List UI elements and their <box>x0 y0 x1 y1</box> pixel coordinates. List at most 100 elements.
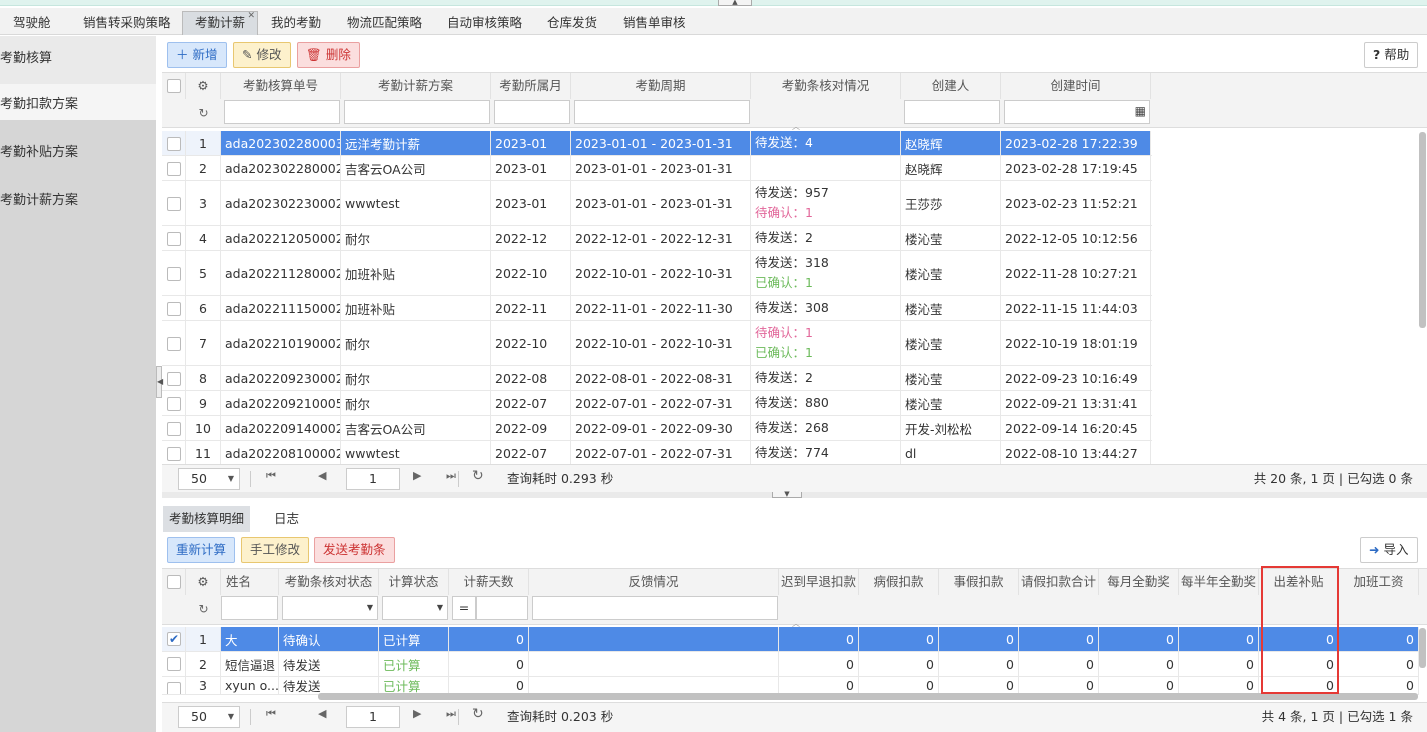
detail-grid-hscrollbar[interactable] <box>318 693 1418 700</box>
table-row[interactable]: 4 ada202212050002 耐尔 2022-12 2022-12-01 - 20… <box>162 226 1152 251</box>
table-row[interactable]: 6 ada202211150002 加班补贴 2022-11 2022-11-01 - … <box>162 296 1152 321</box>
sidebar-item-attendance-accounting[interactable]: 考勤核算 <box>0 36 156 84</box>
table-row[interactable]: 11 ada202208100002 wwwtest 2022-07 2022-07-0… <box>162 441 1152 466</box>
col-header-month[interactable]: 考勤所属月 <box>491 73 571 99</box>
col-header-pay-days[interactable]: 计薪天数 <box>449 569 529 595</box>
row-checkbox[interactable] <box>167 657 181 671</box>
prev-page-icon[interactable]: ◀ <box>318 469 326 482</box>
table-row[interactable]: 1 ada202302280003 远洋考勤计薪 2023-01 2023-01-01 … <box>162 131 1152 156</box>
last-page-icon[interactable]: ⏭ <box>446 707 456 721</box>
sidebar-item-deduction-plan[interactable]: 考勤扣款方案 <box>0 82 156 130</box>
subtab-log[interactable]: 日志 <box>268 506 305 532</box>
filter-creator-input[interactable] <box>904 100 1000 124</box>
filter-feedback-input[interactable] <box>532 596 778 620</box>
reload-icon[interactable]: ↻ <box>472 468 484 484</box>
select-all-checkbox[interactable] <box>167 79 181 93</box>
col-header-sick-deduction[interactable]: 病假扣款 <box>859 569 939 595</box>
tab-cockpit[interactable]: 驾驶舱 <box>0 11 64 35</box>
main-grid-scrollbar[interactable] <box>1419 132 1426 328</box>
edit-button[interactable]: ✎ 修改 <box>233 42 291 68</box>
filter-period-input[interactable] <box>574 100 750 124</box>
tab-warehouse-shipping[interactable]: 仓库发货 <box>534 11 610 35</box>
page-number-input[interactable]: 1 <box>346 706 400 728</box>
page-size-select[interactable]: 50 ▼ <box>178 468 240 490</box>
filter-check-status-select[interactable]: ▼ <box>282 596 378 620</box>
col-header-id[interactable]: 考勤核算单号 <box>221 73 341 99</box>
table-row[interactable]: 5 ada202211280002 加班补贴 2022-10 2022-10-01 - … <box>162 251 1152 296</box>
filter-id-input[interactable] <box>224 100 340 124</box>
page-size-select[interactable]: 50 ▼ <box>178 706 240 728</box>
tab-auto-audit[interactable]: 自动审核策略 <box>434 11 535 35</box>
filter-calc-status-select[interactable]: ▼ <box>382 596 448 620</box>
col-header-period[interactable]: 考勤周期 <box>571 73 751 99</box>
sidebar-item-payroll-plan[interactable]: 考勤计薪方案 <box>0 178 156 226</box>
top-collapse-handle[interactable]: ▲ <box>718 0 752 6</box>
delete-button[interactable]: 🗑 删除 <box>297 42 360 68</box>
table-row[interactable]: ✔ 1 大待确认 已计算 0 0 0 0 0 0 0 0 0 <box>162 627 1419 652</box>
col-header-check-status[interactable]: 考勤条核对状态 <box>279 569 379 595</box>
col-header-feedback[interactable]: 反馈情况 <box>529 569 779 595</box>
row-checkbox[interactable] <box>167 396 181 411</box>
filter-created-time-input[interactable]: ▦ <box>1004 100 1150 124</box>
select-all-checkbox[interactable] <box>167 575 181 589</box>
filter-name-input[interactable] <box>221 596 278 620</box>
col-header-monthly-bonus[interactable]: 每月全勤奖 <box>1099 569 1179 595</box>
table-row[interactable]: 3 ada202302230002 wwwtest 2023-01 2023-01-01… <box>162 181 1152 226</box>
tab-attendance-payroll[interactable]: 考勤计薪 ✕ <box>182 11 259 35</box>
table-row[interactable]: 8 ada202209230002 耐尔 2022-08 2022-08-01 - 20… <box>162 366 1152 391</box>
row-checkbox[interactable] <box>167 446 181 461</box>
row-checkbox[interactable] <box>167 336 181 351</box>
next-page-icon[interactable]: ▶ <box>413 469 421 482</box>
col-header-leave-total[interactable]: 请假扣款合计 <box>1019 569 1099 595</box>
pane-splitter[interactable]: ▼ <box>162 491 1427 498</box>
row-checkbox[interactable] <box>167 371 181 386</box>
row-checkbox[interactable]: ✔ <box>167 632 181 646</box>
col-header-check-status[interactable]: 考勤条核对情况 <box>751 73 901 99</box>
recalculate-button[interactable]: 重新计算 <box>167 537 236 563</box>
filter-pay-days-input[interactable] <box>476 596 528 620</box>
subtab-accounting-detail[interactable]: 考勤核算明细 <box>163 506 251 532</box>
settings-icon[interactable]: ⚙ <box>186 73 221 99</box>
filter-operator[interactable]: = <box>452 596 476 620</box>
row-checkbox[interactable] <box>167 136 181 151</box>
page-number-input[interactable]: 1 <box>346 468 400 490</box>
next-page-icon[interactable]: ▶ <box>413 707 421 720</box>
row-checkbox[interactable] <box>167 301 181 316</box>
last-page-icon[interactable]: ⏭ <box>446 469 456 483</box>
table-row[interactable]: 2 短信逼退 待发送 已计算 0 0 0 0 0 0 0 0 0 <box>162 652 1419 677</box>
col-header-plan[interactable]: 考勤计薪方案 <box>341 73 491 99</box>
send-attendance-slip-button[interactable]: 发送考勤条 <box>314 537 395 563</box>
row-checkbox[interactable] <box>167 161 181 176</box>
first-page-icon[interactable]: ⏮ <box>266 469 276 483</box>
calendar-icon[interactable]: ▦ <box>1135 104 1146 118</box>
table-row[interactable]: 2 ada202302280002 吉客云OA公司 2023-01 2023-01-01… <box>162 156 1152 181</box>
row-checkbox[interactable] <box>167 196 181 211</box>
col-header-created-time[interactable]: 创建时间 <box>1001 73 1151 99</box>
col-header-name[interactable]: 姓名 <box>221 569 279 595</box>
col-header-creator[interactable]: 创建人 <box>901 73 1001 99</box>
detail-grid-scrollbar[interactable] <box>1419 628 1426 668</box>
row-checkbox[interactable] <box>167 682 181 694</box>
manual-edit-button[interactable]: 手工修改 <box>241 537 310 563</box>
col-header-overtime-pay[interactable]: 加班工资 <box>1339 569 1419 595</box>
col-header-personal-deduction[interactable]: 事假扣款 <box>939 569 1019 595</box>
col-header-late-deduction[interactable]: 迟到早退扣款 <box>779 569 859 595</box>
prev-page-icon[interactable]: ◀ <box>318 707 326 720</box>
refresh-icon[interactable]: ↻ <box>186 101 221 125</box>
splitter-collapse-handle[interactable]: ▼ <box>772 491 802 498</box>
table-row[interactable]: 7 ada202210190002 耐尔 2022-10 2022-10-01 - 20… <box>162 321 1152 366</box>
filter-plan-input[interactable] <box>344 100 490 124</box>
settings-icon[interactable]: ⚙ <box>186 569 221 595</box>
table-row[interactable]: 10 ada202209140002 吉客云OA公司 2022-09 2022-09-0… <box>162 416 1152 441</box>
tab-my-attendance[interactable]: 我的考勤 <box>258 11 334 35</box>
add-button[interactable]: ＋新增 <box>167 42 227 68</box>
help-button[interactable]: ? 帮助 <box>1364 42 1419 68</box>
row-checkbox[interactable] <box>167 266 181 281</box>
table-row[interactable]: 9 ada202209210005 耐尔 2022-07 2022-07-01 - 20… <box>162 391 1152 416</box>
reload-icon[interactable]: ↻ <box>472 706 484 722</box>
sidebar-item-subsidy-plan[interactable]: 考勤补贴方案 <box>0 130 156 178</box>
tab-sales-to-purchase[interactable]: 销售转采购策略 <box>70 11 184 35</box>
close-tab-icon[interactable]: ✕ <box>247 5 255 27</box>
tab-logistics-matching[interactable]: 物流匹配策略 <box>334 11 435 35</box>
filter-month-input[interactable] <box>494 100 570 124</box>
